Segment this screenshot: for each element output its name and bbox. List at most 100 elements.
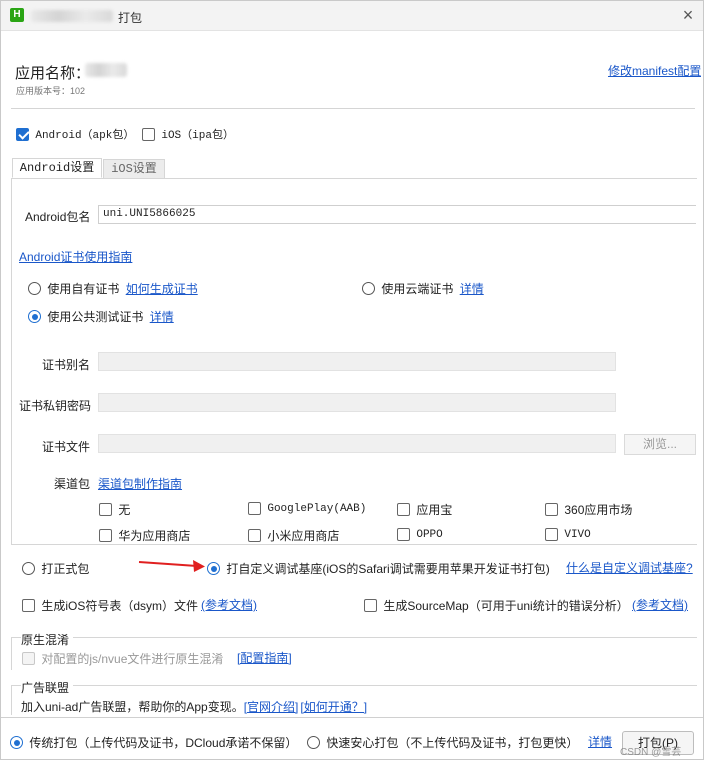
checkbox-unchecked-icon[interactable]	[397, 503, 410, 516]
checkbox-unchecked-icon[interactable]	[22, 599, 35, 612]
custom-base-label: 打自定义调试基座(iOS的Safari调试需要用苹果开发证书打包)	[226, 562, 550, 576]
fast-pack-label: 快速安心打包（不上传代码及证书，打包更快）	[326, 736, 579, 750]
fast-pack-option[interactable]: 快速安心打包（不上传代码及证书，打包更快）	[307, 734, 578, 751]
android-checkbox-label: Android（apk包）	[35, 130, 135, 142]
cloud-cert-label: 使用云端证书	[381, 282, 454, 296]
package-name-label: Android包名	[25, 210, 91, 224]
radio-selected-icon[interactable]	[28, 310, 41, 323]
cloud-cert-details-link[interactable]: 详情	[460, 282, 484, 296]
dsym-docs-link[interactable]: (参考文档)	[201, 596, 257, 613]
android-checkbox[interactable]: Android（apk包）	[16, 126, 134, 142]
release-package-label: 打正式包	[41, 562, 90, 576]
cert-password-label: 证书私钥密码	[19, 399, 92, 413]
public-cert-option[interactable]: 使用公共测试证书 详情	[28, 308, 174, 325]
checkbox-disabled-icon	[22, 652, 35, 665]
title-bar: H 打包 ×	[1, 1, 703, 31]
checkbox-unchecked-icon[interactable]	[248, 529, 261, 542]
obfuscation-title: 原生混淆	[21, 631, 74, 648]
checkbox-unchecked-icon[interactable]	[99, 503, 112, 516]
channel-label-googleplay: GooglePlay(AAB)	[267, 502, 367, 515]
public-cert-details-link[interactable]: 详情	[150, 310, 174, 324]
ios-checkbox[interactable]: iOS（ipa包）	[142, 126, 234, 142]
watermark-text: CSDN @雪芸	[620, 747, 682, 758]
sourcemap-docs-link[interactable]: (参考文档)	[632, 596, 688, 613]
ios-checkbox-label: iOS（ipa包）	[161, 130, 234, 142]
checkbox-unchecked-icon[interactable]	[99, 529, 112, 542]
package-name-input[interactable]: uni.UNI5866025	[98, 205, 696, 224]
browse-button[interactable]: 浏览...	[624, 434, 696, 455]
obfuscation-checkbox: 对配置的js/nvue文件进行原生混淆	[22, 650, 223, 667]
channel-label-none: 无	[118, 503, 131, 517]
channel-checkbox[interactable]: OPPO	[397, 527, 443, 542]
ads-title: 广告联盟	[21, 679, 74, 696]
release-package-option[interactable]: 打正式包	[22, 560, 89, 577]
close-icon[interactable]: ×	[678, 5, 698, 25]
redacted-app-name	[31, 10, 113, 22]
channel-label: 渠道包	[54, 477, 91, 491]
cert-password-input[interactable]	[98, 393, 616, 412]
red-arrow-icon	[138, 560, 205, 572]
how-to-generate-cert-link[interactable]: 如何生成证书	[126, 282, 198, 296]
channel-checkbox[interactable]: 小米应用商店	[248, 527, 339, 544]
modify-manifest-link[interactable]: 修改manifest配置	[608, 62, 701, 79]
hbuilder-logo-icon: H	[10, 8, 24, 22]
traditional-pack-label: 传统打包（上传代码及证书，DCloud承诺不保留）	[29, 736, 298, 750]
ads-howto-link[interactable]: [如何开通？]	[300, 700, 367, 714]
radio-unselected-icon[interactable]	[362, 282, 375, 295]
channel-checkbox[interactable]: 无	[99, 501, 130, 518]
channel-checkbox[interactable]: GooglePlay(AAB)	[248, 501, 367, 516]
channel-label-360: 360应用市场	[564, 503, 633, 517]
cert-alias-input[interactable]	[98, 352, 616, 371]
window-title: 打包	[118, 11, 143, 25]
pack-dialog: H 打包 × 应用名称： 应用版本号：102 修改manifest配置 Andr…	[0, 0, 704, 760]
obfuscation-guide-link[interactable]: [配置指南]	[237, 649, 292, 666]
radio-unselected-icon[interactable]	[22, 562, 35, 575]
radio-selected-icon[interactable]	[207, 562, 220, 575]
public-cert-label: 使用公共测试证书	[47, 310, 144, 324]
ads-desc-text: 加入uni-ad广告联盟，帮助你的App变现。	[21, 700, 244, 714]
channel-label-huawei: 华为应用商店	[118, 529, 191, 543]
sourcemap-label: 生成SourceMap（可用于uni统计的错误分析）	[383, 599, 629, 613]
app-version-label: 应用版本号：102	[16, 86, 86, 96]
what-is-custom-base-link[interactable]: 什么是自定义调试基座?	[566, 559, 693, 576]
channel-guide-link[interactable]: 渠道包制作指南	[98, 475, 182, 492]
tab-android-settings[interactable]: Android设置	[12, 158, 102, 178]
tab-ios-settings[interactable]: iOS设置	[103, 159, 165, 179]
radio-unselected-icon[interactable]	[28, 282, 41, 295]
ads-desc: 加入uni-ad广告联盟，帮助你的App变现。[官网介绍] [如何开通？]	[21, 698, 367, 715]
obfuscation-option-label: 对配置的js/nvue文件进行原生混淆	[41, 652, 224, 666]
channel-label-vivo: VIVO	[564, 528, 591, 541]
channel-label-xiaomi: 小米应用商店	[267, 529, 340, 543]
custom-base-option[interactable]: 打自定义调试基座(iOS的Safari调试需要用苹果开发证书打包)	[207, 560, 550, 577]
channel-checkbox[interactable]: 应用宝	[397, 501, 452, 518]
checkbox-unchecked-icon[interactable]	[142, 127, 155, 141]
cert-file-input[interactable]	[98, 434, 616, 453]
checkbox-unchecked-icon[interactable]	[397, 528, 410, 542]
radio-unselected-icon[interactable]	[307, 736, 320, 749]
channel-checkbox[interactable]: VIVO	[545, 527, 591, 542]
ads-intro-link[interactable]: [官网介绍]	[244, 700, 299, 714]
cloud-cert-option[interactable]: 使用云端证书 详情	[362, 280, 484, 297]
own-cert-option[interactable]: 使用自有证书 如何生成证书	[28, 280, 198, 297]
app-name-label: 应用名称：	[15, 65, 91, 82]
checkbox-unchecked-icon[interactable]	[545, 503, 558, 516]
header-divider	[11, 108, 695, 109]
fast-pack-details-link[interactable]: 详情	[588, 733, 612, 750]
channel-label-oppo: OPPO	[416, 528, 443, 541]
traditional-pack-option[interactable]: 传统打包（上传代码及证书，DCloud承诺不保留）	[10, 734, 297, 751]
checkbox-unchecked-icon[interactable]	[364, 599, 377, 612]
checkbox-unchecked-icon[interactable]	[248, 502, 261, 516]
sourcemap-checkbox[interactable]: 生成SourceMap（可用于uni统计的错误分析）	[364, 597, 629, 614]
checkbox-unchecked-icon[interactable]	[545, 528, 558, 542]
radio-selected-icon[interactable]	[10, 736, 23, 749]
channel-checkbox[interactable]: 360应用市场	[545, 501, 632, 518]
channel-checkbox[interactable]: 华为应用商店	[99, 527, 190, 544]
cert-alias-label: 证书别名	[42, 358, 91, 372]
android-cert-guide-link[interactable]: Android证书使用指南	[19, 248, 132, 265]
channel-label-yingyongbao: 应用宝	[416, 503, 453, 517]
redacted-app-name-value	[85, 63, 127, 77]
dsym-label: 生成iOS符号表（dsym）文件	[41, 599, 199, 613]
checkbox-checked-icon[interactable]	[16, 127, 29, 141]
dsym-checkbox[interactable]: 生成iOS符号表（dsym）文件	[22, 597, 198, 614]
cert-file-label: 证书文件	[42, 440, 91, 454]
